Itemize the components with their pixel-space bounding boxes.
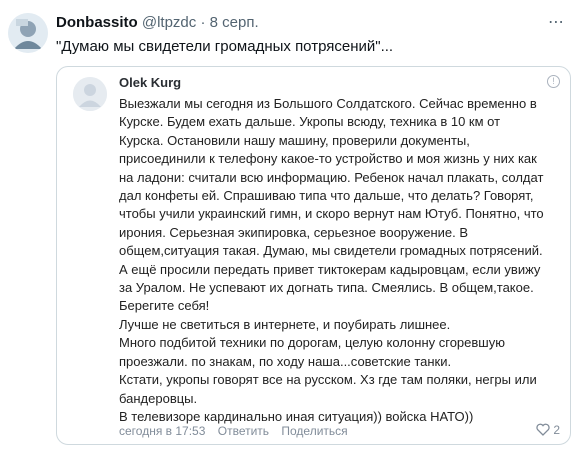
comment-line: за Уралом. Не успевают их догнать типа. … [119,280,534,296]
author-name[interactable]: Donbassito [56,14,138,31]
comment-line: общем,ситуация такая. Думаю, мы свидетел… [119,243,543,259]
reply-link: Ответить [217,424,270,438]
comment-line: Выезжали мы сегодня из Большого Солдатск… [119,96,537,111]
comment-line: Курске. Будем ехать дальше. Укропы всюду… [119,114,501,130]
comment-text: Выезжали мы сегодня из Большого Солдатск… [119,95,559,426]
heart-icon [536,423,550,436]
like-count: 2 [553,423,560,437]
comment-line: бандеровцы. [119,390,198,406]
info-icon: ! [547,75,560,88]
author-handle[interactable]: @ltpzdc [142,14,196,31]
more-horizontal-icon[interactable]: ⋯ [548,12,565,32]
comment-line: А ещё просили передать привет тиктокерам… [119,261,541,277]
screenshot-content: Olek Kurg ! Выезжали мы сегодня из Больш… [63,71,566,440]
separator-dot: · [200,14,206,31]
comment-line: дал конфеты ей. Спрашиваю типа что дальш… [119,188,534,204]
comment-line: Курска. Остановили нашу машину, проверил… [119,132,470,148]
author-avatar[interactable] [8,13,48,53]
commenter-avatar [73,77,107,111]
comment-line: Кстати, укропы говорят все на русском. Х… [119,372,537,388]
share-link: Поделиться [281,424,348,438]
comment-line: Много подбитой техники по дорогам, целую… [119,335,505,351]
tweet-date[interactable]: 8 серп. [210,14,259,31]
comment-line: Берегите себя! [119,298,210,314]
comment-line: присоединили к телефону какое-то устройс… [119,151,537,167]
comment-timestamp: сегодня в 17:53 [119,424,206,438]
comment-footer: сегодня в 17:53 Ответить Поделиться [119,424,357,438]
comment-line: Лучше не светиться в интернете, и поубир… [119,316,451,332]
tweet-card: Donbassito @ltpzdc · 8 серп. ⋯ "Думаю мы… [0,0,577,451]
comment-line: проезжали. по знакам, по ходу наша...сов… [119,353,452,369]
like-counter: 2 [536,423,560,437]
comment-line: на ладони: считали всю информацию. Ребен… [119,169,544,185]
comment-line: ирония. Серьезная экипировка, серьезное … [119,224,469,240]
tweet-header: Donbassito @ltpzdc · 8 серп. [56,14,259,31]
commenter-name: Olek Kurg [119,75,182,90]
embedded-image[interactable]: Olek Kurg ! Выезжали мы сегодня из Больш… [56,66,571,445]
comment-line: чтобы учили украинский гимн, и скоро вер… [119,206,544,222]
tweet-text: "Думаю мы свидетели громадных потрясений… [56,38,394,55]
